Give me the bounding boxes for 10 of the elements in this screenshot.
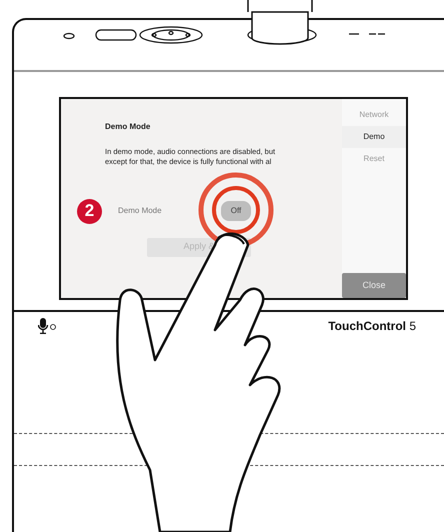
step-number-badge: 2 <box>77 198 102 224</box>
device-name: TouchControl 5 <box>328 318 416 335</box>
close-button[interactable]: Close <box>342 273 406 298</box>
microphone-icon <box>38 318 56 334</box>
sidebar-item[interactable]: Network <box>342 104 406 126</box>
dialog-title: Demo Mode <box>105 121 152 133</box>
sidebar-item[interactable]: Demo <box>342 126 406 148</box>
setting-label: Demo Mode <box>118 205 163 217</box>
sidebar-item[interactable]: Reset <box>342 148 406 170</box>
demo-mode-toggle[interactable]: Off <box>221 201 251 221</box>
